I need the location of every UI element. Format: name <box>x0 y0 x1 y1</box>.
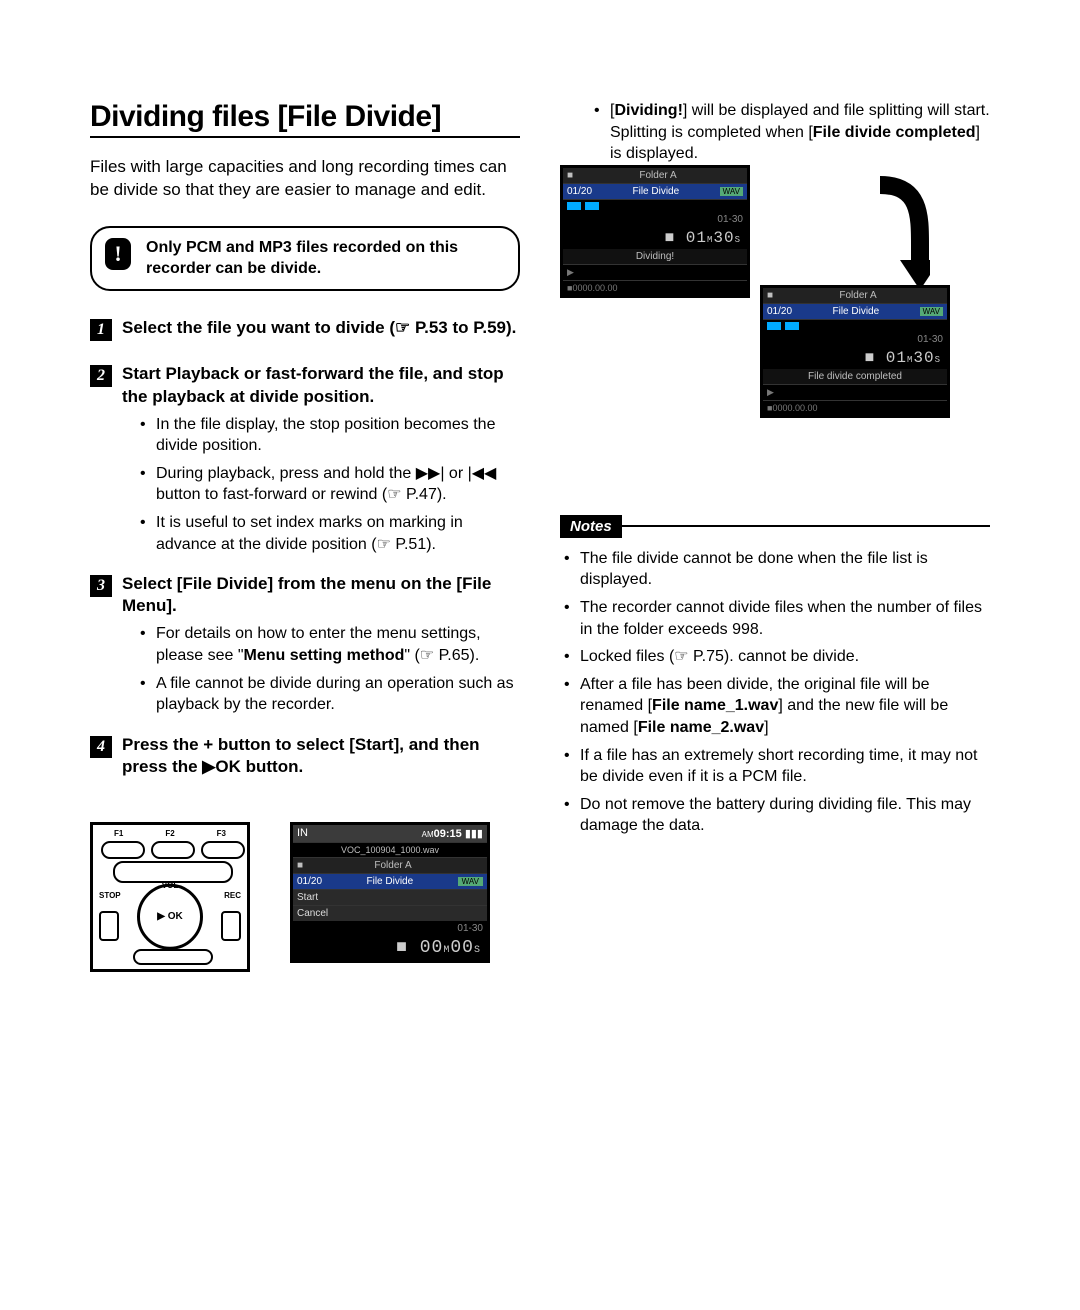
step-title: Select the file you want to divide (☞ P.… <box>122 317 516 341</box>
notes-heading: Notes <box>560 515 990 538</box>
counter: 0000.00.00 <box>772 403 817 413</box>
bullet: In the file display, the stop position b… <box>140 414 520 457</box>
fmt: WAV <box>920 307 943 316</box>
cancel-option: Cancel <box>293 906 487 921</box>
counter: 0000.00.00 <box>572 283 617 293</box>
clock: 09:15 <box>434 828 462 840</box>
menu-screen: IN AM09:15 ▮▮▮ VOC_100904_1000.wav ■Fold… <box>290 822 490 963</box>
mode: File Divide <box>367 876 414 887</box>
step-bullets: For details on how to enter the menu set… <box>140 623 520 715</box>
note-item: Do not remove the battery during dividin… <box>564 794 990 837</box>
right-column: [Dividing!] will be displayed and file s… <box>560 100 990 972</box>
status: Dividing! <box>636 251 674 262</box>
date: 01-30 <box>717 214 743 225</box>
step-title: Select [File Divide] from the menu on th… <box>122 573 520 617</box>
track: 01/20 <box>767 306 792 317</box>
folder: Folder A <box>839 290 876 301</box>
step: 1 Select the file you want to divide (☞ P… <box>90 317 520 341</box>
step-number: 4 <box>90 736 112 758</box>
figure-row: F1 F2 F3 STOP REC VOL <box>90 822 520 972</box>
note-item: After a file has been divide, the origin… <box>564 674 990 739</box>
start-option: Start <box>293 890 487 906</box>
note-item: Locked files (☞ P.75). cannot be divide. <box>564 646 990 668</box>
notes-list: The file divide cannot be done when the … <box>560 548 990 837</box>
rec-label: REC <box>224 891 241 900</box>
warning-box: ! Only PCM and MP3 files recorded on thi… <box>90 226 520 292</box>
bigtime: 00M00S <box>420 938 481 958</box>
bullet: It is useful to set index marks on marki… <box>140 512 520 555</box>
status: File divide completed <box>808 371 902 382</box>
left-column: Dividing files [File Divide] Files with … <box>90 100 520 972</box>
step-number: 1 <box>90 319 112 341</box>
ok-button-icon <box>137 884 203 950</box>
stop-label: STOP <box>99 891 121 900</box>
note-item: The recorder cannot divide files when th… <box>564 597 990 640</box>
recorder-illustration: F1 F2 F3 STOP REC VOL <box>90 822 250 972</box>
intro-text: Files with large capacities and long rec… <box>90 156 520 202</box>
screens-with-arrow: ■Folder A 01/20File DivideWAV 01-30 ■ 01… <box>560 165 990 495</box>
notes-label: Notes <box>560 515 622 538</box>
f2-label: F2 <box>165 829 174 838</box>
manual-page: Dividing files [File Divide] Files with … <box>0 0 1080 1310</box>
bullet: For details on how to enter the menu set… <box>140 623 520 666</box>
note-item: The file divide cannot be done when the … <box>564 548 990 591</box>
track: 01/20 <box>297 876 322 887</box>
exclamation-icon: ! <box>105 238 131 270</box>
step: 3 Select [File Divide] from the menu on t… <box>90 573 520 617</box>
filename: VOC_100904_1000.wav <box>293 843 487 858</box>
date: 01-30 <box>917 334 943 345</box>
warning-text: Only PCM and MP3 files recorded on this … <box>146 239 458 277</box>
fmt: WAV <box>458 877 483 886</box>
note-item: If a file has an extremely short recordi… <box>564 745 990 788</box>
step-bullets: In the file display, the stop position b… <box>140 414 520 556</box>
track: 01/20 <box>567 186 592 197</box>
folder: Folder A <box>639 170 676 181</box>
bullet: During playback, press and hold the ▶▶| … <box>140 463 520 506</box>
mode: File Divide <box>633 186 680 197</box>
dividing-result-text: [Dividing!] will be displayed and file s… <box>610 100 990 165</box>
battery-icon: ▮▮▮ <box>465 828 483 840</box>
mode: File Divide <box>833 306 880 317</box>
card-indicator: IN <box>297 827 308 839</box>
fmt: WAV <box>720 187 743 196</box>
f3-label: F3 <box>217 829 226 838</box>
section-title: Dividing files [File Divide] <box>90 100 520 138</box>
step: 4 Press the + button to select [Start], a… <box>90 734 520 778</box>
step: 2 Start Playback or fast-forward the file… <box>90 363 520 407</box>
bullet: A file cannot be divide during an operat… <box>140 673 520 716</box>
steps-list: 1 Select the file you want to divide (☞ P… <box>90 317 520 800</box>
folder: Folder A <box>374 860 411 871</box>
step-number: 2 <box>90 365 112 387</box>
dividing-screen: ■Folder A 01/20File DivideWAV 01-30 ■ 01… <box>560 165 750 298</box>
step-title: Press the + button to select [Start], an… <box>122 734 520 778</box>
completed-screen: ■Folder A 01/20File DivideWAV 01-30 ■ 01… <box>760 285 950 418</box>
step-number: 3 <box>90 575 112 597</box>
date: 01-30 <box>457 923 483 934</box>
step-title: Start Playback or fast-forward the file,… <box>122 363 520 407</box>
f1-label: F1 <box>114 829 123 838</box>
